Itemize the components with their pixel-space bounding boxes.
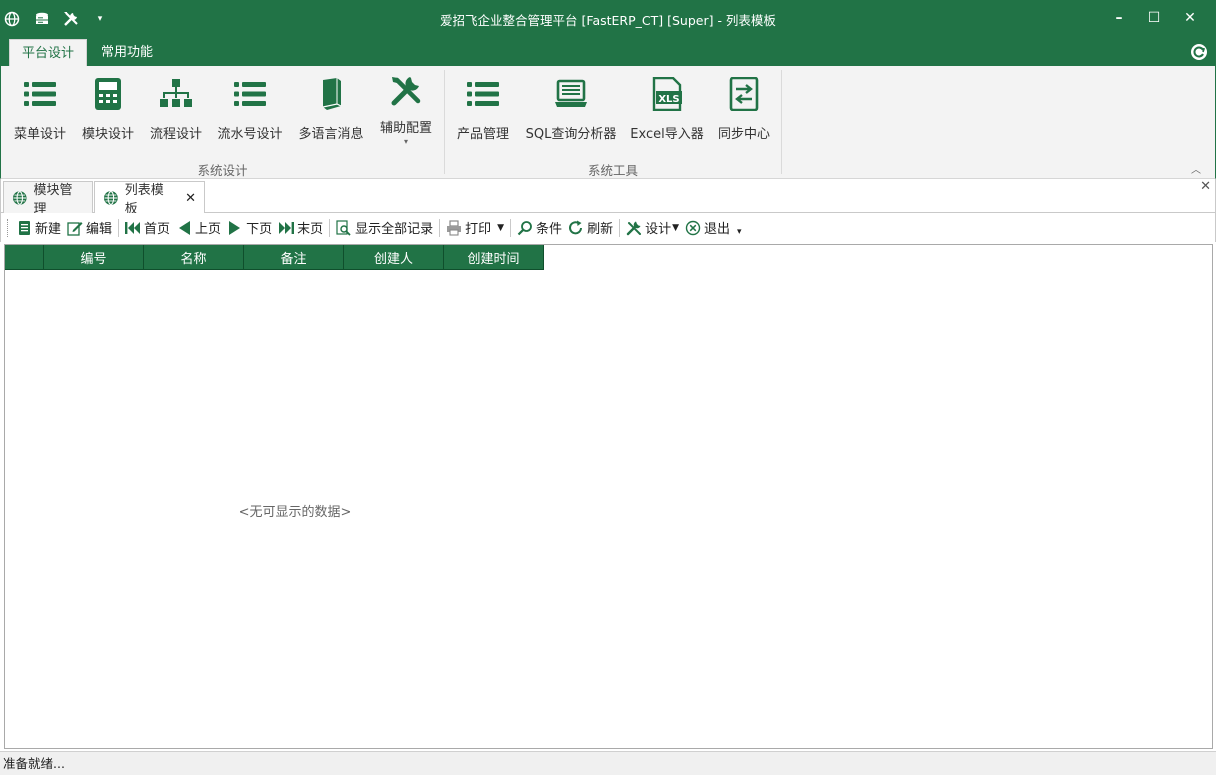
design-button[interactable]: 设计 ▼ [623, 216, 682, 240]
status-bar: 准备就绪... [0, 751, 1216, 775]
title-bar: ▾ 爱招飞企业整合管理平台 [FastERP_CT] [Super] - 列表模… [0, 0, 1216, 37]
ribbon-separator [781, 70, 782, 174]
module-design-button[interactable]: 模块设计 [80, 74, 136, 146]
serial-number-design-button[interactable]: 流水号设计 [216, 74, 284, 146]
toolbar-overflow-icon[interactable]: ▾ [737, 227, 742, 237]
xls-icon-text: XLS [658, 94, 679, 105]
laptop-icon [551, 74, 591, 114]
dropdown-arrow-icon[interactable]: ▼ [497, 223, 504, 233]
close-tab-icon[interactable]: ✕ [185, 191, 196, 206]
column-header[interactable]: 创建时间 [444, 245, 544, 270]
printer-icon [446, 219, 462, 236]
toolbar: 新建 编辑 首页 上页 下页 末页 显示全部记录 打印 ▼ 条件 刷新 设计 ▼… [0, 213, 1216, 242]
document-tab-bar: 模块管理 列表模板 ✕ ✕ [0, 179, 1216, 217]
last-page-button[interactable]: 末页 [275, 216, 326, 240]
sync-icon [724, 74, 764, 114]
toolbar-separator [118, 218, 120, 237]
empty-grid-message: <无可显示的数据> [238, 505, 352, 520]
ribbon-panel: 菜单设计 模块设计 流程设计 流水号设计 多语言消息 辅助配置 ▾ 系统设计 产… [0, 66, 1216, 179]
search-document-icon [336, 219, 352, 236]
tab-module-management[interactable]: 模块管理 [3, 181, 93, 217]
first-page-button[interactable]: 首页 [122, 216, 173, 240]
toolbar-separator [439, 218, 441, 237]
collapse-ribbon-icon[interactable]: ︿ [1191, 161, 1201, 176]
excel-importer-button[interactable]: XLS Excel导入器 [630, 74, 704, 146]
toolbar-grip[interactable] [7, 218, 10, 237]
ribbon-group-label: 系统工具 [587, 163, 638, 178]
row-indicator-header[interactable] [5, 245, 44, 270]
first-page-icon [125, 220, 141, 236]
edit-button[interactable]: 编辑 [64, 216, 115, 240]
next-page-button[interactable]: 下页 [224, 216, 275, 240]
menu-design-button[interactable]: 菜单设计 [13, 74, 67, 146]
multilanguage-message-button[interactable]: 多语言消息 [297, 74, 365, 146]
maximize-button[interactable]: ☐ [1139, 6, 1169, 30]
dropdown-arrow-icon: ▾ [403, 137, 408, 146]
exit-icon [685, 220, 701, 236]
grid-header: 编号 名称 备注 创建人 创建时间 [5, 245, 544, 270]
dropdown-arrow-icon: ▼ [672, 222, 680, 233]
close-all-tabs-icon[interactable]: ✕ [1200, 179, 1211, 194]
toolbar-separator [510, 218, 512, 237]
refresh-button[interactable]: 刷新 [565, 216, 616, 240]
book-icon [311, 74, 351, 114]
window-title: 爱招飞企业整合管理平台 [FastERP_CT] [Super] - 列表模板 [440, 13, 776, 28]
magnifier-icon [517, 220, 533, 236]
auxiliary-config-button[interactable]: 辅助配置 ▾ [378, 74, 434, 146]
minimize-button[interactable]: – [1104, 6, 1134, 30]
new-button[interactable]: 新建 [13, 216, 64, 240]
tools-icon [386, 74, 426, 108]
column-header[interactable]: 编号 [44, 245, 144, 270]
sync-center-button[interactable]: 同步中心 [716, 74, 772, 146]
tab-common-functions[interactable]: 常用功能 [89, 39, 165, 66]
column-header[interactable]: 创建人 [344, 245, 444, 270]
flow-design-button[interactable]: 流程设计 [148, 74, 204, 146]
data-grid: 编号 名称 备注 创建人 创建时间 <无可显示的数据> [4, 244, 1213, 749]
xls-icon: XLS [647, 74, 687, 114]
sql-query-analyzer-button[interactable]: SQL查询分析器 [523, 74, 619, 146]
list-icon [463, 74, 503, 114]
tab-list-template[interactable]: 列表模板 ✕ [94, 181, 205, 217]
org-chart-icon [156, 74, 196, 114]
next-page-icon [227, 220, 243, 236]
calculator-icon [88, 74, 128, 114]
tab-platform-design[interactable]: 平台设计 [9, 39, 88, 66]
edit-icon [67, 220, 83, 236]
app-refresh-icon[interactable] [1190, 43, 1208, 61]
tools-icon [626, 220, 642, 236]
ribbon-group-label: 系统设计 [197, 163, 248, 178]
new-document-icon [16, 220, 32, 236]
ribbon-separator [444, 70, 445, 174]
close-button[interactable]: ✕ [1175, 6, 1205, 30]
previous-page-button[interactable]: 上页 [173, 216, 224, 240]
toolbar-separator [619, 218, 621, 237]
product-management-button[interactable]: 产品管理 [455, 74, 511, 146]
ribbon-tab-row: 平台设计 常用功能 [0, 37, 1216, 66]
last-page-icon [278, 220, 295, 236]
exit-button[interactable]: 退出 [682, 216, 733, 240]
toolbar-separator [329, 218, 331, 237]
print-button[interactable]: 打印 ▼ [443, 216, 507, 240]
column-header[interactable]: 名称 [144, 245, 244, 270]
list-icon [230, 74, 270, 114]
column-header[interactable]: 备注 [244, 245, 344, 270]
previous-page-icon [176, 220, 192, 236]
globe-icon [103, 191, 118, 205]
list-icon [20, 74, 60, 114]
refresh-icon [568, 220, 584, 236]
globe-icon [12, 190, 27, 205]
filter-button[interactable]: 条件 [514, 216, 565, 240]
show-all-records-button[interactable]: 显示全部记录 [333, 216, 436, 240]
